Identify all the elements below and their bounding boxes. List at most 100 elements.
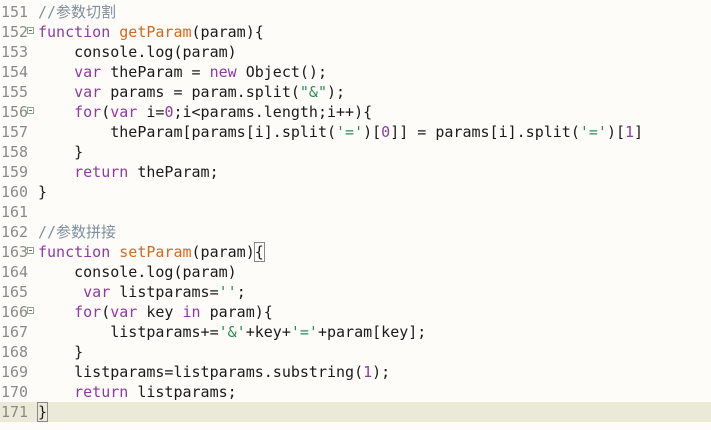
code-token: '=' — [579, 123, 607, 141]
code-token: theParam; — [128, 163, 219, 181]
code-line[interactable]: 155 var params = param.split("&"); — [0, 82, 711, 102]
code-token: } — [38, 183, 48, 201]
code-token: listparams+= — [38, 323, 219, 341]
code-text[interactable]: for(var i=0;i<params.length;i++){ — [38, 102, 372, 122]
code-line[interactable]: 154 var theParam = new Object(); — [0, 62, 711, 82]
code-text[interactable]: listparams+='&'+key+'='+param[key]; — [38, 322, 426, 342]
code-line[interactable]: 152 function getParam(param){ — [0, 22, 711, 42]
code-token: in — [182, 303, 201, 321]
code-line[interactable]: 158 } — [0, 142, 711, 162]
code-token: var — [74, 83, 102, 101]
code-token: ]] = params[i].split( — [390, 123, 580, 141]
code-line[interactable]: 170 return listparams; — [0, 382, 711, 402]
line-number: 155 — [1, 83, 29, 101]
fold-collapse-icon[interactable] — [27, 307, 34, 314]
code-token: } — [36, 402, 49, 422]
code-text[interactable]: var theParam = new Object(); — [38, 62, 327, 82]
code-line[interactable]: 163 function setParam(param){ — [0, 242, 711, 262]
code-text[interactable]: theParam[params[i].split('=')[0]] = para… — [38, 122, 643, 142]
code-text[interactable]: var listparams=''; — [38, 282, 246, 302]
code-token: 1 — [363, 363, 373, 381]
code-token: for — [74, 103, 102, 121]
code-line[interactable]: 160} — [0, 182, 711, 202]
code-text[interactable]: } — [36, 402, 49, 422]
code-token: for — [74, 303, 102, 321]
code-text[interactable]: for(var key in param){ — [38, 302, 273, 322]
code-token: params = param.split( — [101, 83, 300, 101]
code-token: (param) — [191, 243, 255, 261]
code-token: +param[key]; — [317, 323, 427, 341]
line-number: 153 — [1, 43, 29, 61]
code-token: ( — [101, 103, 111, 121]
code-token: ); — [372, 363, 391, 381]
line-number: 151 — [1, 3, 29, 21]
code-token: ; — [236, 283, 246, 301]
code-line[interactable]: 156 for(var i=0;i<params.length;i++){ — [0, 102, 711, 122]
code-text[interactable]: } — [38, 142, 83, 162]
fold-collapse-icon[interactable] — [27, 27, 34, 34]
code-text[interactable]: function getParam(param){ — [38, 22, 264, 42]
fold-collapse-icon[interactable] — [27, 107, 34, 114]
code-line[interactable]: 167 listparams+='&'+key+'='+param[key]; — [0, 322, 711, 342]
code-token: setParam — [119, 243, 192, 261]
code-token: listparams; — [128, 383, 237, 401]
code-token: console.log(param) — [38, 43, 237, 61]
code-line[interactable]: 166 for(var key in param){ — [0, 302, 711, 322]
line-number: 160 — [1, 183, 29, 201]
code-line[interactable]: 162 //参数拼接 — [0, 222, 711, 242]
code-text[interactable]: //参数拼接 — [38, 222, 116, 242]
line-number: 156 — [1, 103, 29, 121]
code-line[interactable]: 171} — [0, 402, 711, 422]
code-text[interactable]: return theParam; — [38, 162, 219, 182]
code-line[interactable]: 165 var listparams=''; — [0, 282, 711, 302]
code-token: 0 — [381, 123, 391, 141]
code-line[interactable]: 164 console.log(param) — [0, 262, 711, 282]
code-token: } — [38, 343, 84, 361]
code-line[interactable]: 159 return theParam; — [0, 162, 711, 182]
code-text[interactable]: } — [38, 342, 83, 362]
code-text[interactable]: var params = param.split("&"); — [38, 82, 345, 102]
code-text[interactable]: } — [38, 182, 47, 202]
code-text[interactable]: console.log(param) — [38, 42, 237, 62]
line-number: 167 — [1, 323, 29, 341]
code-token: "&" — [299, 83, 327, 101]
code-token: '=' — [290, 323, 318, 341]
line-number: 166 — [1, 303, 29, 321]
code-token: new — [209, 63, 237, 81]
code-token: )[ — [363, 123, 382, 141]
code-token: var — [83, 283, 111, 301]
code-token: return — [74, 383, 129, 401]
code-token: ] — [634, 123, 644, 141]
line-number: 158 — [1, 143, 29, 161]
code-token: '&' — [218, 323, 246, 341]
code-text[interactable]: listparams=listparams.substring(1); — [38, 362, 390, 382]
code-line[interactable]: 168 } — [0, 342, 711, 362]
fold-collapse-icon[interactable] — [27, 247, 34, 254]
code-editor[interactable]: 151//参数切割 152 function getParam(param){153… — [0, 0, 711, 430]
code-token: function — [38, 243, 120, 261]
code-token: var — [110, 103, 138, 121]
code-text[interactable]: //参数切割 — [38, 2, 116, 22]
line-number: 164 — [1, 263, 29, 281]
code-token: 1 — [625, 123, 635, 141]
line-number: 152 — [1, 23, 29, 41]
code-text[interactable]: console.log(param) — [38, 262, 237, 282]
code-token: console.log(param) — [38, 263, 237, 281]
code-text[interactable]: function setParam(param){ — [38, 242, 265, 262]
code-text[interactable]: return listparams; — [38, 382, 237, 402]
code-line[interactable]: 157 theParam[params[i].split('=')[0]] = … — [0, 122, 711, 142]
code-line[interactable]: 161 — [0, 202, 711, 222]
code-token: (param){ — [191, 23, 264, 41]
code-line[interactable]: 169 listparams=listparams.substring(1); — [0, 362, 711, 382]
code-token: //参数拼接 — [38, 223, 117, 241]
code-token: function — [38, 23, 120, 41]
code-line[interactable]: 153 console.log(param) — [0, 42, 711, 62]
code-token: { — [253, 242, 265, 262]
code-token: param){ — [200, 303, 273, 321]
code-line[interactable]: 151 //参数切割 — [0, 2, 711, 22]
code-token: return — [74, 163, 129, 181]
